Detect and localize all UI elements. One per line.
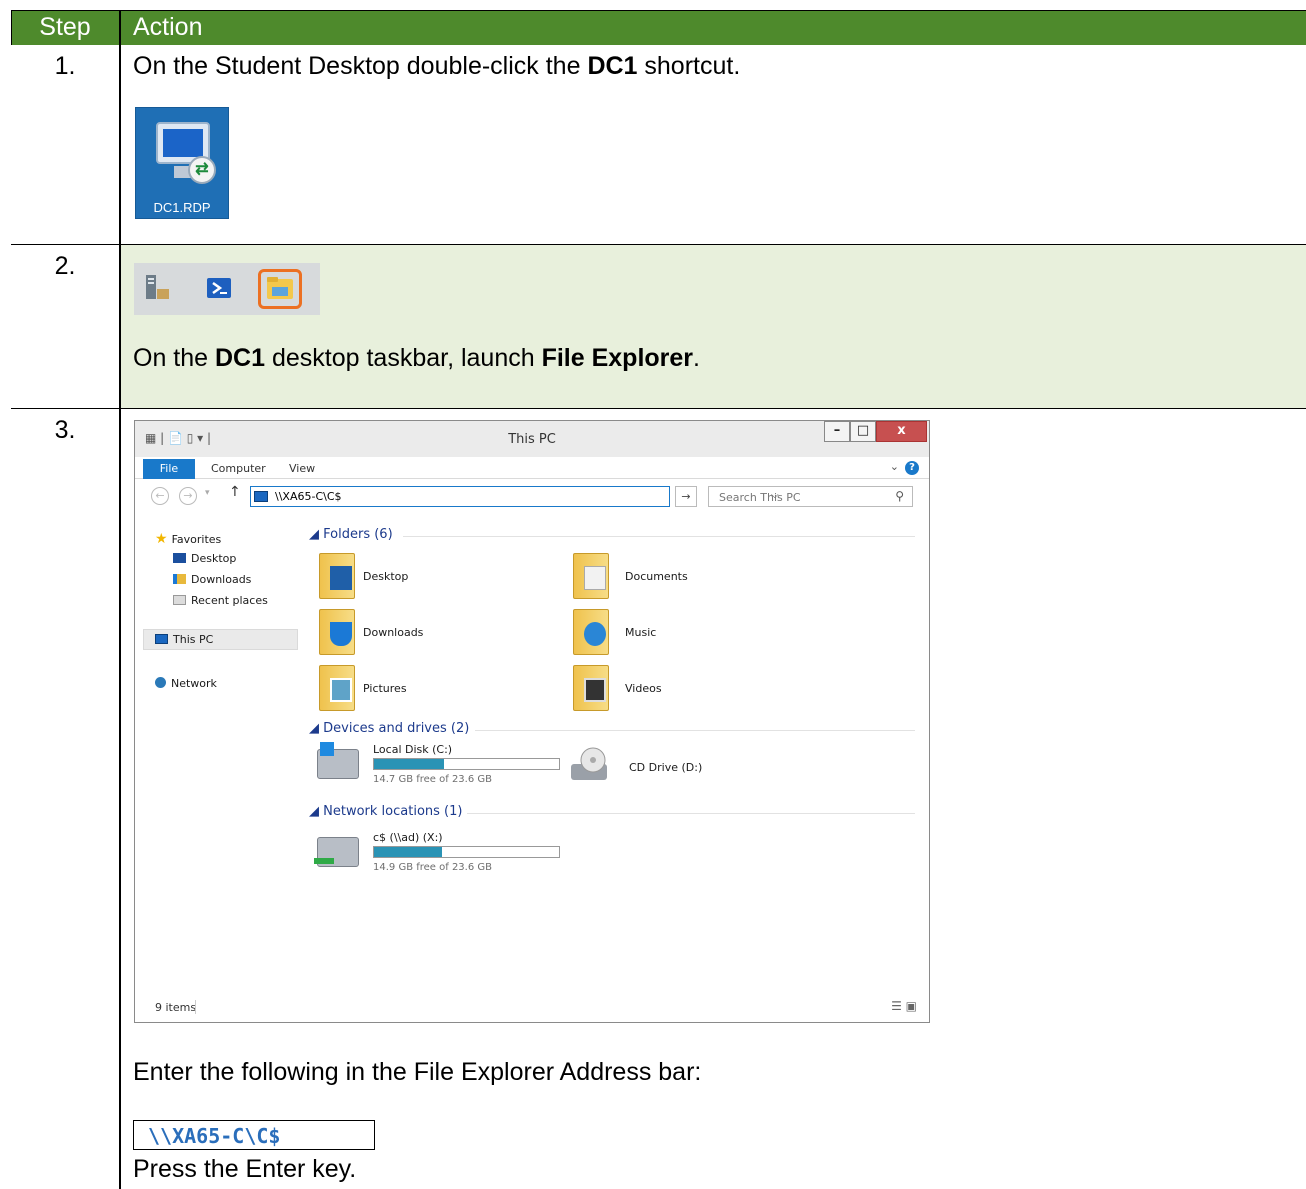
minimize-button[interactable]: – <box>824 421 850 442</box>
folder-item[interactable]: Desktop <box>307 553 547 603</box>
star-icon: ★ <box>155 531 168 547</box>
music-folder-icon <box>573 609 609 655</box>
step-1-text-pre: On the Student Desktop double-click the <box>133 52 588 80</box>
step-2-instruction: On the DC1 desktop taskbar, launch File … <box>133 344 700 373</box>
recent-locations-icon[interactable]: ▾ <box>205 488 210 498</box>
header-step: Step <box>11 10 119 45</box>
details-view-icon[interactable]: ☰ <box>891 999 902 1013</box>
downloads-folder-icon <box>319 609 355 655</box>
group-folders-heading[interactable]: ◢ Folders (6) <box>309 527 393 542</box>
step-2-text-bold-2: File Explorer <box>541 344 694 372</box>
search-icon[interactable]: ⚲ <box>895 489 904 503</box>
step-2-text-bold-1: DC1 <box>215 344 266 372</box>
go-arrow-icon[interactable]: → <box>675 486 697 507</box>
content-pane: ◢ Folders (6) Desktop Documents Download… <box>307 513 927 993</box>
step-3-press-enter: Press the Enter key. <box>133 1155 357 1183</box>
group-network-heading[interactable]: ◢ Network locations (1) <box>309 804 462 819</box>
pictures-folder-icon <box>319 665 355 711</box>
shortcut-label: DC1.RDP <box>153 200 211 215</box>
address-bar[interactable]: \\XA65-C\C$ ⌵ <box>250 486 779 507</box>
navigation-bar: ← → ▾ ↑ \\XA65-C\C$ ⌵ → Search This PC ⚲ <box>135 479 929 513</box>
nav-recent-places[interactable]: Recent places <box>173 594 268 607</box>
folder-item[interactable]: Pictures <box>307 665 547 715</box>
cd-drive-label[interactable]: CD Drive (D:) <box>629 761 702 774</box>
file-explorer-icon[interactable] <box>265 273 295 303</box>
tab-view[interactable]: View <box>289 462 315 475</box>
back-arrow-icon[interactable]: ← <box>151 487 169 505</box>
nav-downloads[interactable]: Downloads <box>173 573 251 586</box>
address-input[interactable]: \\XA65-C\C$ <box>275 490 342 503</box>
tab-computer[interactable]: Computer <box>211 462 266 475</box>
nav-network[interactable]: Network <box>155 677 217 690</box>
step-1-text-bold: DC1 <box>587 52 638 80</box>
header-action: Action <box>121 10 1306 45</box>
nav-this-pc[interactable]: This PC <box>155 633 213 646</box>
nav-favorites[interactable]: ★ Favorites <box>155 531 221 547</box>
local-disk-drive[interactable]: Local Disk (C:) 14.7 GB free of 23.6 GB <box>307 742 577 791</box>
row-divider-1 <box>11 244 1306 245</box>
step-2-number: 2. <box>54 252 76 280</box>
item-count: 9 items <box>155 1001 197 1014</box>
network-drive[interactable]: c$ (\\ad) (X:) 14.9 GB free of 23.6 GB <box>307 831 577 879</box>
file-explorer-window: ▦ | 📄 ▯ ▾ | This PC – □ x File Computer … <box>134 420 930 1023</box>
step-1-instruction: On the Student Desktop double-click the … <box>133 52 740 81</box>
search-placeholder: Search This PC <box>719 491 801 504</box>
recent-places-icon <box>173 595 186 605</box>
step-3-number: 3. <box>54 416 76 444</box>
header-left-border <box>11 10 12 45</box>
step-2-text-mid: desktop taskbar, launch <box>265 344 542 372</box>
downloads-icon <box>173 574 186 584</box>
command-box: \\XA65-C\C$ <box>133 1120 375 1150</box>
powershell-icon[interactable] <box>204 273 234 303</box>
folder-item[interactable]: Videos <box>561 665 801 715</box>
forward-arrow-icon[interactable]: → <box>179 487 197 505</box>
row-divider-2 <box>11 408 1306 409</box>
nav-desktop[interactable]: Desktop <box>173 552 236 565</box>
folder-item[interactable]: Downloads <box>307 609 547 659</box>
this-pc-icon <box>155 634 168 644</box>
command-text: \\XA65-C\C$ <box>148 1124 281 1148</box>
step-3-instruction: Enter the following in the File Explorer… <box>133 1058 702 1086</box>
up-arrow-icon[interactable]: ↑ <box>229 484 241 500</box>
drive-usage-bar <box>373 758 560 770</box>
search-box[interactable]: Search This PC ⚲ <box>708 486 913 507</box>
step-1-number: 1. <box>54 52 76 80</box>
desktop-icon <box>173 553 186 563</box>
window-title: This PC <box>508 432 556 447</box>
large-icons-view-icon[interactable]: ▣ <box>906 999 917 1013</box>
step-1-text-post: shortcut. <box>637 52 741 80</box>
network-drive-icon <box>314 837 359 867</box>
step-2-text-post: . <box>693 344 700 372</box>
chevron-down-icon[interactable]: ⌄ <box>890 460 899 473</box>
close-button[interactable]: x <box>876 421 927 442</box>
help-icon[interactable]: ? <box>905 461 919 475</box>
group-devices-heading[interactable]: ◢ Devices and drives (2) <box>309 721 469 736</box>
maximize-button[interactable]: □ <box>850 421 876 442</box>
server-manager-icon[interactable] <box>142 273 172 303</box>
drive-usage-bar <box>373 846 560 858</box>
folder-item[interactable]: Music <box>561 609 801 659</box>
hard-drive-icon <box>317 742 359 779</box>
status-bar: 9 items ☰ ▣ <box>135 993 929 1022</box>
videos-folder-icon <box>573 665 609 711</box>
folder-item[interactable]: Documents <box>561 553 801 603</box>
documents-folder-icon <box>573 553 609 599</box>
ribbon-tabs: File Computer View ⌄? <box>135 457 929 479</box>
cd-drive-icon[interactable] <box>569 746 609 784</box>
column-divider <box>119 10 121 1189</box>
dc1-rdp-shortcut-icon[interactable]: ⇄ DC1.RDP <box>135 107 229 219</box>
remote-arrows-icon: ⇄ <box>188 156 216 184</box>
step-2-text-pre: On the <box>133 344 215 372</box>
tab-file[interactable]: File <box>143 459 195 479</box>
taskbar-strip <box>134 263 320 315</box>
navigation-pane: ★ Favorites Desktop Downloads Recent plac… <box>135 513 301 993</box>
title-bar: ▦ | 📄 ▯ ▾ | This PC – □ x <box>135 421 929 457</box>
network-icon <box>155 677 166 688</box>
table-top-border <box>11 10 1306 11</box>
this-pc-icon <box>254 491 268 502</box>
desktop-folder-icon <box>319 553 355 599</box>
